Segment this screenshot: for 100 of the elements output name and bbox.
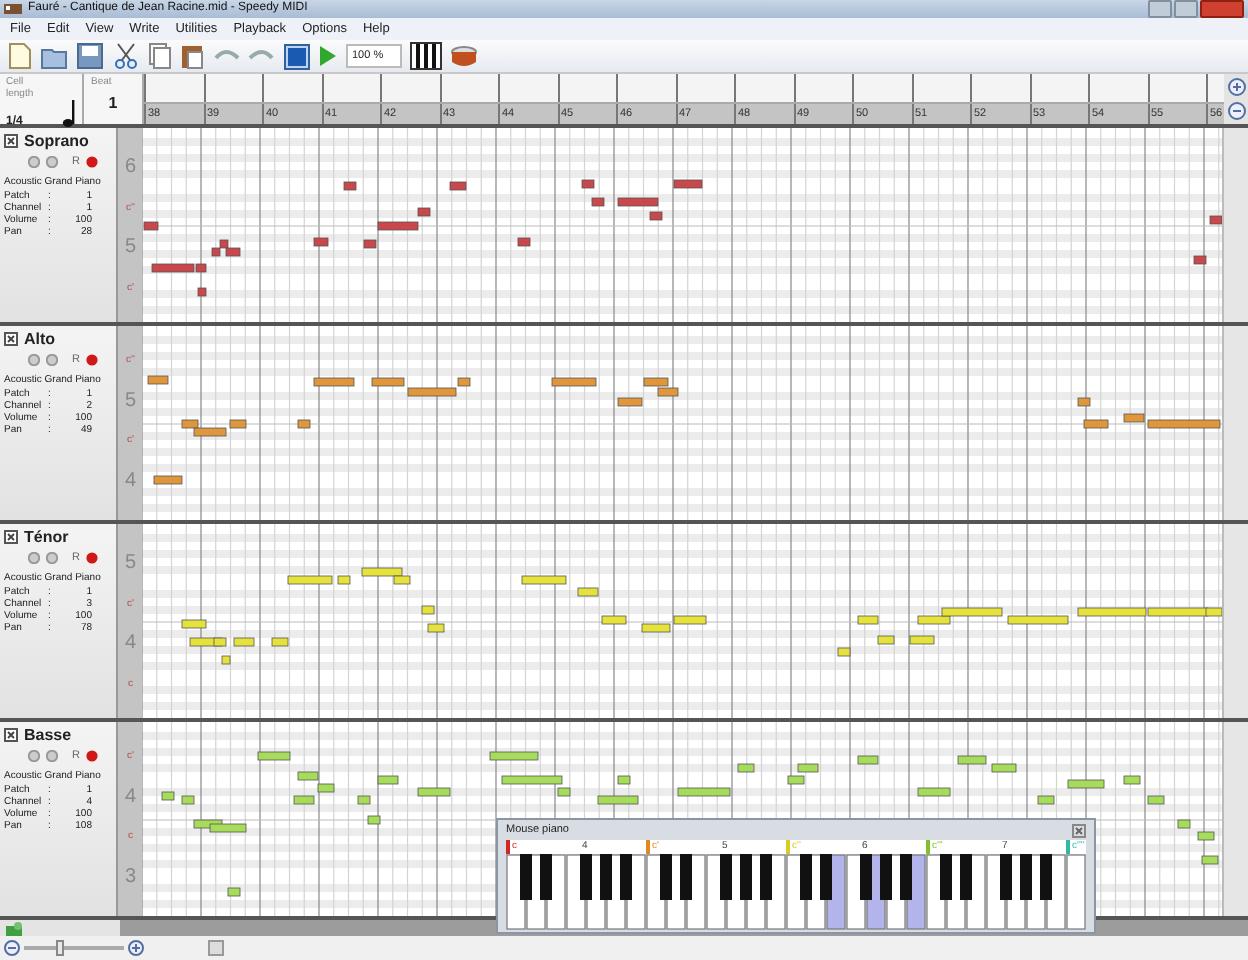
midi-note[interactable] bbox=[737, 763, 755, 773]
midi-note[interactable] bbox=[271, 637, 289, 647]
midi-note[interactable] bbox=[457, 377, 471, 387]
midi-note[interactable] bbox=[581, 179, 595, 189]
track-checkbox[interactable] bbox=[4, 728, 18, 742]
midi-note[interactable] bbox=[195, 263, 207, 273]
octave-label: 5 bbox=[124, 236, 136, 259]
vertical-scrollbar[interactable] bbox=[1222, 326, 1248, 520]
mute-icon[interactable] bbox=[28, 354, 40, 366]
midi-note[interactable] bbox=[1193, 255, 1207, 265]
midi-note[interactable] bbox=[151, 263, 195, 273]
cut-icon[interactable] bbox=[112, 42, 140, 70]
zoom-out-icon[interactable] bbox=[4, 940, 20, 956]
midi-note[interactable] bbox=[213, 637, 227, 647]
midi-note[interactable] bbox=[361, 567, 403, 577]
midi-note[interactable] bbox=[837, 647, 851, 657]
zoom-out-icon[interactable] bbox=[1227, 102, 1245, 121]
close-button[interactable] bbox=[1200, 0, 1244, 18]
stop-button[interactable] bbox=[284, 43, 310, 69]
midi-note[interactable] bbox=[449, 181, 467, 191]
solo-icon[interactable] bbox=[46, 750, 58, 762]
midi-note[interactable] bbox=[1123, 775, 1141, 785]
midi-note[interactable] bbox=[941, 607, 1003, 617]
close-icon[interactable] bbox=[1072, 823, 1086, 837]
drum-icon[interactable] bbox=[449, 42, 478, 70]
minimize-button[interactable] bbox=[1148, 0, 1172, 18]
midi-note[interactable] bbox=[649, 211, 663, 221]
midi-note[interactable] bbox=[197, 287, 207, 297]
midi-note[interactable] bbox=[617, 775, 631, 785]
midi-note[interactable] bbox=[181, 619, 207, 629]
midi-note[interactable] bbox=[181, 795, 195, 805]
mute-icon[interactable] bbox=[28, 552, 40, 564]
app-icon bbox=[4, 2, 22, 16]
midi-note[interactable] bbox=[1201, 855, 1219, 865]
vertical-scrollbar[interactable] bbox=[1222, 524, 1248, 718]
midi-note[interactable] bbox=[673, 615, 707, 625]
octave-label: 4 bbox=[124, 470, 136, 493]
track-checkbox[interactable] bbox=[4, 530, 18, 544]
midi-note[interactable] bbox=[229, 419, 247, 429]
midi-note[interactable] bbox=[417, 207, 431, 217]
new-file-icon[interactable] bbox=[8, 42, 32, 70]
midi-note[interactable] bbox=[601, 615, 627, 625]
track-name: Soprano bbox=[24, 132, 89, 150]
midi-note[interactable] bbox=[1205, 607, 1223, 617]
record-icon[interactable] bbox=[85, 354, 98, 366]
zoom-in-icon[interactable] bbox=[1227, 77, 1245, 96]
midi-note[interactable] bbox=[161, 791, 175, 801]
midi-note[interactable] bbox=[193, 427, 227, 437]
record-icon[interactable] bbox=[85, 156, 98, 168]
record-icon[interactable] bbox=[85, 552, 98, 564]
track-checkbox[interactable] bbox=[4, 134, 18, 148]
midi-note[interactable] bbox=[363, 239, 377, 249]
midi-note[interactable] bbox=[211, 247, 221, 257]
midi-note[interactable] bbox=[143, 221, 159, 231]
midi-note[interactable] bbox=[317, 783, 335, 793]
zoom-in-icon[interactable] bbox=[128, 940, 144, 956]
mute-icon[interactable] bbox=[28, 156, 40, 168]
midi-note[interactable] bbox=[219, 239, 229, 249]
solo-icon[interactable] bbox=[46, 552, 58, 564]
octave-label: 3 bbox=[124, 866, 136, 889]
midi-note[interactable] bbox=[421, 605, 435, 615]
copy-icon[interactable] bbox=[148, 42, 172, 70]
midi-note[interactable] bbox=[377, 221, 419, 231]
midi-note[interactable] bbox=[367, 815, 381, 825]
midi-note[interactable] bbox=[227, 887, 241, 897]
paste-icon[interactable] bbox=[180, 42, 204, 70]
midi-note[interactable] bbox=[343, 181, 357, 191]
octave-label: 4 bbox=[124, 632, 136, 655]
save-icon[interactable] bbox=[76, 42, 104, 70]
track-checkbox[interactable] bbox=[4, 332, 18, 346]
piano-icon[interactable] bbox=[409, 42, 442, 70]
midi-note[interactable] bbox=[877, 635, 895, 645]
record-icon[interactable] bbox=[85, 750, 98, 762]
midi-note[interactable] bbox=[591, 197, 605, 207]
midi-note[interactable] bbox=[221, 655, 231, 665]
maximize-button[interactable] bbox=[1174, 0, 1198, 18]
midi-note[interactable] bbox=[297, 419, 311, 429]
midi-note[interactable] bbox=[1197, 831, 1215, 841]
midi-note[interactable] bbox=[181, 419, 199, 429]
midi-note[interactable] bbox=[787, 775, 805, 785]
midi-note[interactable] bbox=[393, 575, 411, 585]
midi-note[interactable] bbox=[617, 197, 659, 207]
midi-note[interactable] bbox=[313, 237, 329, 247]
midi-note[interactable] bbox=[357, 795, 371, 805]
midi-note[interactable] bbox=[1177, 819, 1191, 829]
solo-icon[interactable] bbox=[46, 156, 58, 168]
vertical-scrollbar[interactable] bbox=[1222, 722, 1248, 916]
midi-note[interactable] bbox=[909, 635, 935, 645]
vertical-scrollbar[interactable] bbox=[1222, 128, 1248, 322]
solo-icon[interactable] bbox=[46, 354, 58, 366]
mute-icon[interactable] bbox=[28, 750, 40, 762]
midi-note[interactable] bbox=[225, 247, 241, 257]
midi-note[interactable] bbox=[337, 575, 351, 585]
midi-note[interactable] bbox=[557, 787, 571, 797]
midi-note[interactable] bbox=[427, 623, 445, 633]
play-icon[interactable] bbox=[318, 42, 338, 70]
midi-note[interactable] bbox=[517, 237, 531, 247]
midi-note[interactable] bbox=[917, 615, 951, 625]
midi-note[interactable] bbox=[673, 179, 703, 189]
midi-note[interactable] bbox=[1077, 397, 1091, 407]
